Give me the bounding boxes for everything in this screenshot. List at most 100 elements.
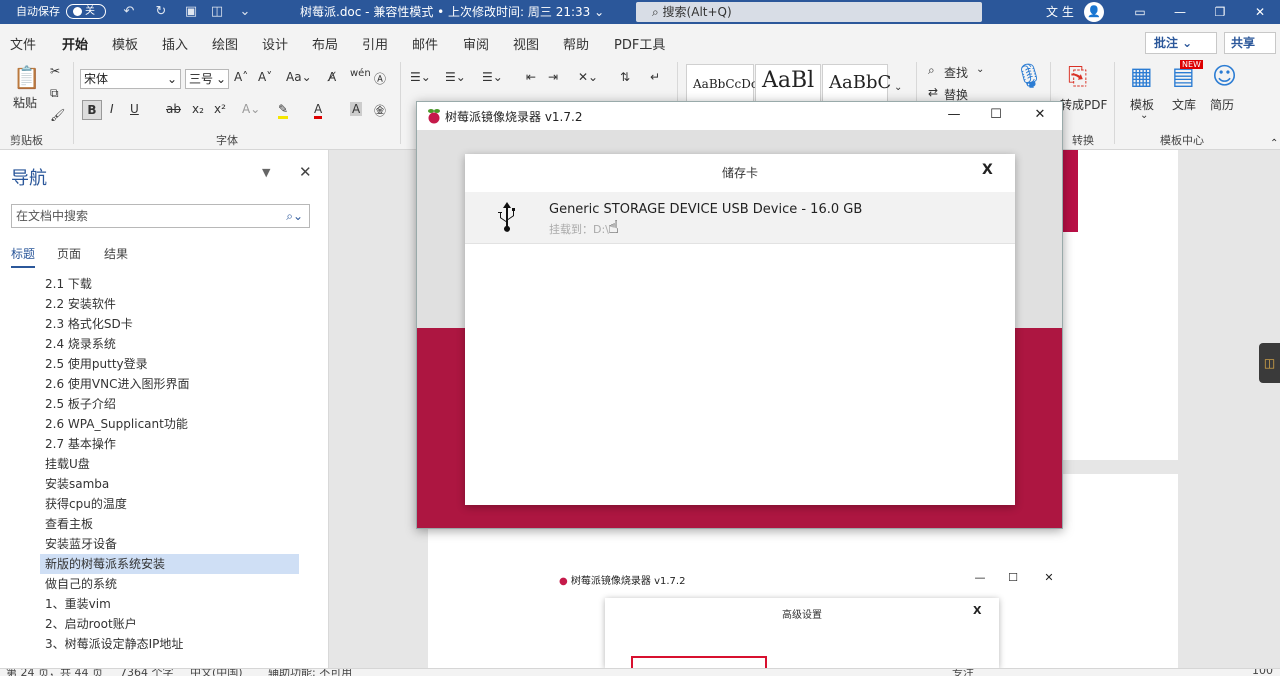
comment-button[interactable]: 批注 ⌄: [1145, 32, 1217, 54]
template-icon[interactable]: ▦: [1130, 62, 1153, 90]
text-effects-icon[interactable]: A⌄: [242, 102, 260, 116]
nav-tab-headings[interactable]: 标题: [11, 245, 36, 268]
font-size-select[interactable]: 三号 ⌄: [185, 69, 229, 89]
storage-device-item[interactable]: Generic STORAGE DEVICE USB Device - 16.0…: [465, 192, 1015, 244]
replace-icon[interactable]: ⇄: [928, 85, 938, 99]
char-shading-icon[interactable]: A: [350, 102, 363, 116]
language[interactable]: 中文(中国): [190, 669, 243, 676]
multilevel-list-icon[interactable]: ☰⌄: [482, 70, 503, 84]
nav-heading-item[interactable]: 安装samba: [40, 474, 299, 494]
tab-home[interactable]: 开始: [62, 34, 89, 61]
word-count[interactable]: 7364 个字: [120, 669, 174, 676]
nav-heading-item[interactable]: 安装蓝牙设备: [40, 534, 299, 554]
font-color-icon[interactable]: A: [314, 102, 323, 119]
imager-minimize-button[interactable]: —: [939, 107, 969, 122]
tab-draw[interactable]: 绘图: [212, 34, 238, 53]
tab-templates[interactable]: 模板: [112, 34, 138, 53]
storage-dialog-close-button[interactable]: X: [982, 162, 993, 178]
nav-search-input[interactable]: 在文档中搜索 ⌕⌄: [11, 204, 310, 228]
nav-close-icon[interactable]: ✕: [299, 163, 312, 181]
style-normal[interactable]: AaBbCcDc: [686, 64, 758, 104]
resume-button[interactable]: 简历: [1210, 96, 1234, 113]
nav-heading-item[interactable]: 做自己的系统: [40, 574, 299, 594]
new-doc-icon[interactable]: ◫: [208, 0, 226, 24]
paste-button[interactable]: 粘贴: [13, 94, 37, 111]
save-icon[interactable]: ▣: [182, 0, 200, 24]
accessibility-status[interactable]: 辅助功能: 不可用: [268, 669, 352, 676]
style-heading2[interactable]: AaBbC: [822, 64, 891, 104]
tab-review[interactable]: 审阅: [463, 34, 489, 53]
template-dropdown-icon[interactable]: ⌄: [1140, 110, 1148, 121]
cut-icon[interactable]: ✂: [50, 64, 60, 78]
font-name-select[interactable]: 宋体 ⌄: [80, 69, 181, 89]
find-icon[interactable]: ⌕: [928, 63, 935, 78]
highlight-icon[interactable]: ✎: [278, 102, 289, 119]
italic-button[interactable]: I: [110, 102, 114, 116]
change-case-icon[interactable]: Aa⌄: [286, 70, 312, 84]
search-icon[interactable]: ⌕⌄: [286, 205, 303, 227]
tab-file[interactable]: 文件: [10, 34, 36, 53]
undo-icon[interactable]: ↶: [120, 0, 138, 24]
nav-tab-results[interactable]: 结果: [104, 245, 128, 262]
nav-heading-item[interactable]: 2.6 WPA_Supplicant功能: [40, 414, 299, 434]
nav-heading-item[interactable]: 挂载U盘: [40, 454, 299, 474]
style-heading1[interactable]: AaBl: [755, 64, 821, 104]
grow-font-icon[interactable]: A˄: [234, 70, 248, 84]
nav-heading-item[interactable]: 2.3 格式化SD卡: [40, 314, 299, 334]
tab-insert[interactable]: 插入: [162, 34, 188, 53]
subscript-button[interactable]: x₂: [192, 102, 204, 116]
focus-button[interactable]: 专注: [952, 669, 974, 676]
nav-heading-item[interactable]: 2.1 下载: [40, 274, 299, 294]
superscript-button[interactable]: x²: [214, 102, 226, 116]
imager-close-button[interactable]: ✕: [1025, 107, 1055, 122]
find-button[interactable]: 查找: [944, 64, 968, 81]
share-button[interactable]: 共享: [1224, 32, 1276, 54]
imager-maximize-button[interactable]: ☐: [981, 107, 1011, 122]
pdf-icon[interactable]: ⎘: [1068, 62, 1087, 90]
dictate-icon[interactable]: 🎙: [1014, 62, 1044, 90]
clear-format-icon[interactable]: A̸: [328, 70, 336, 84]
side-float-button[interactable]: ◫: [1259, 343, 1280, 383]
page-count[interactable]: 第 24 页，共 44 页: [6, 669, 103, 676]
paste-icon[interactable]: 📋: [13, 66, 40, 91]
sort-icon[interactable]: ⇅: [620, 70, 630, 84]
tab-pdf-tools[interactable]: PDF工具: [614, 34, 665, 53]
nav-tab-pages[interactable]: 页面: [57, 245, 81, 262]
decrease-indent-icon[interactable]: ⇤: [526, 70, 536, 84]
numbering-icon[interactable]: ☰⌄: [445, 70, 466, 84]
show-marks-icon[interactable]: ↵: [650, 70, 660, 84]
shrink-font-icon[interactable]: A˅: [258, 70, 272, 84]
avatar[interactable]: 👤: [1084, 2, 1104, 22]
redo-icon[interactable]: ↻: [152, 0, 170, 24]
nav-heading-item[interactable]: 3、树莓派设定静态IP地址: [40, 634, 299, 654]
format-painter-icon[interactable]: 🖌: [50, 108, 65, 122]
search-box[interactable]: ⌕ 搜索(Alt+Q): [636, 2, 982, 22]
tab-mailings[interactable]: 邮件: [412, 34, 438, 53]
tab-layout[interactable]: 布局: [312, 34, 338, 53]
zoom-level[interactable]: 100: [1252, 669, 1273, 676]
find-dropdown-icon[interactable]: ⌄: [976, 64, 984, 75]
nav-heading-item[interactable]: 新版的树莓派系统安装: [40, 554, 299, 574]
enclose-char-icon[interactable]: ㊎: [374, 102, 386, 119]
nav-heading-item[interactable]: 获得cpu的温度: [40, 494, 299, 514]
copy-icon[interactable]: ⧉: [50, 86, 59, 101]
nav-heading-item[interactable]: 查看主板: [40, 514, 299, 534]
minimize-button[interactable]: —: [1160, 0, 1200, 24]
nav-heading-item[interactable]: 2.5 板子介绍: [40, 394, 299, 414]
underline-button[interactable]: U: [130, 102, 139, 116]
bold-button[interactable]: B: [82, 100, 102, 120]
nav-heading-item[interactable]: 2、启动root账户: [40, 614, 299, 634]
autosave-toggle[interactable]: 关: [66, 4, 106, 19]
ribbon-display-button[interactable]: ▭: [1120, 0, 1160, 24]
restore-button[interactable]: ❐: [1200, 0, 1240, 24]
nav-heading-item[interactable]: 2.4 烧录系统: [40, 334, 299, 354]
phonetic-icon[interactable]: wén: [350, 68, 371, 79]
increase-indent-icon[interactable]: ⇥: [548, 70, 558, 84]
nav-heading-item[interactable]: 1、重装vim: [40, 594, 299, 614]
char-border-icon[interactable]: Ⓐ: [374, 70, 386, 87]
styles-more-icon[interactable]: ⌄: [894, 82, 902, 93]
convert-pdf-button[interactable]: 转成PDF: [1060, 96, 1107, 113]
customize-toolbar-icon[interactable]: ⌄: [236, 0, 254, 24]
collapse-ribbon-icon[interactable]: ⌃: [1270, 138, 1278, 149]
nav-options-icon[interactable]: ▼: [262, 166, 270, 179]
